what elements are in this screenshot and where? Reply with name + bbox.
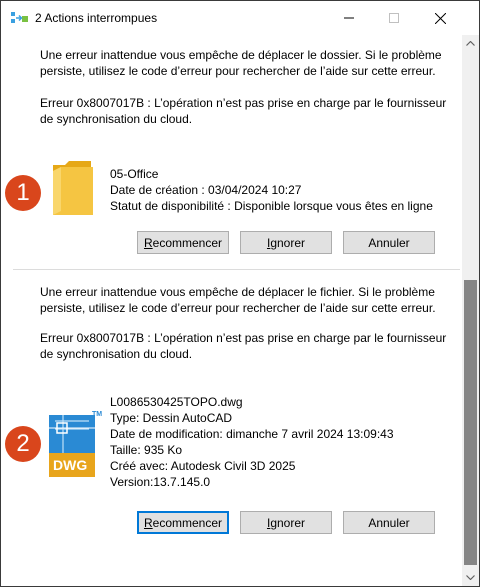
item-size: Taille: 935 Ko bbox=[110, 443, 183, 457]
folder-icon bbox=[53, 161, 93, 215]
minimize-button[interactable] bbox=[326, 1, 372, 35]
scroll-thumb[interactable] bbox=[464, 280, 477, 565]
scroll-up-button[interactable] bbox=[462, 35, 479, 52]
item-created-date: Date de création : 03/04/2024 10:27 bbox=[110, 183, 302, 197]
scroll-down-button[interactable] bbox=[462, 569, 479, 586]
minimize-icon bbox=[344, 17, 354, 19]
move-files-icon bbox=[11, 12, 28, 23]
skip-button[interactable]: Ignorer bbox=[240, 511, 332, 534]
chevron-up-icon bbox=[466, 41, 475, 46]
error-message: Une erreur inattendue vous empêche de dé… bbox=[40, 48, 442, 78]
item-name: L0086530425TOPO.dwg bbox=[110, 395, 243, 409]
item-type: Type: Dessin AutoCAD bbox=[110, 411, 233, 425]
chevron-down-icon bbox=[466, 575, 475, 580]
cancel-button[interactable]: Annuler bbox=[343, 231, 435, 254]
retry-button[interactable]: Recommencer bbox=[137, 511, 229, 534]
item-details: 05-Office Date de création : 03/04/2024 … bbox=[110, 166, 433, 214]
error-item-2: Une erreur inattendue vous empêche de dé… bbox=[1, 274, 462, 574]
item-details: L0086530425TOPO.dwg Type: Dessin AutoCAD… bbox=[110, 394, 394, 490]
title-bar: 2 Actions interrompues bbox=[1, 1, 479, 35]
item-modified-date: Date de modification: dimanche 7 avril 2… bbox=[110, 427, 394, 441]
retry-button[interactable]: Recommencer bbox=[137, 231, 229, 254]
step-badge: 2 bbox=[5, 426, 41, 462]
step-badge: 1 bbox=[5, 175, 41, 211]
item-availability: Statut de disponibilité : Disponible lor… bbox=[110, 199, 433, 213]
cancel-button[interactable]: Annuler bbox=[343, 511, 435, 534]
close-icon bbox=[434, 12, 446, 24]
item-name: 05-Office bbox=[110, 167, 159, 181]
vertical-scrollbar[interactable] bbox=[462, 35, 479, 586]
section-divider bbox=[13, 269, 460, 270]
close-button[interactable] bbox=[417, 1, 463, 35]
window-title: 2 Actions interrompues bbox=[35, 11, 158, 25]
error-code: Erreur 0x8007017B : L’opération n’est pa… bbox=[40, 96, 447, 126]
maximize-button[interactable] bbox=[371, 1, 417, 35]
interrupted-actions-dialog: 2 Actions interrompues Une erreur inatte… bbox=[0, 0, 480, 587]
dwg-file-icon: TM DWG bbox=[49, 411, 102, 477]
item-version: Version:13.7.145.0 bbox=[110, 475, 211, 489]
error-code: Erreur 0x8007017B : L’opération n’est pa… bbox=[40, 331, 447, 361]
error-message: Une erreur inattendue vous empêche de dé… bbox=[40, 285, 436, 315]
error-item-1: Une erreur inattendue vous empêche de dé… bbox=[1, 35, 462, 268]
maximize-icon bbox=[389, 13, 399, 23]
dwg-label: DWG bbox=[53, 457, 88, 473]
item-created-with: Créé avec: Autodesk Civil 3D 2025 bbox=[110, 459, 296, 473]
skip-button[interactable]: Ignorer bbox=[240, 231, 332, 254]
